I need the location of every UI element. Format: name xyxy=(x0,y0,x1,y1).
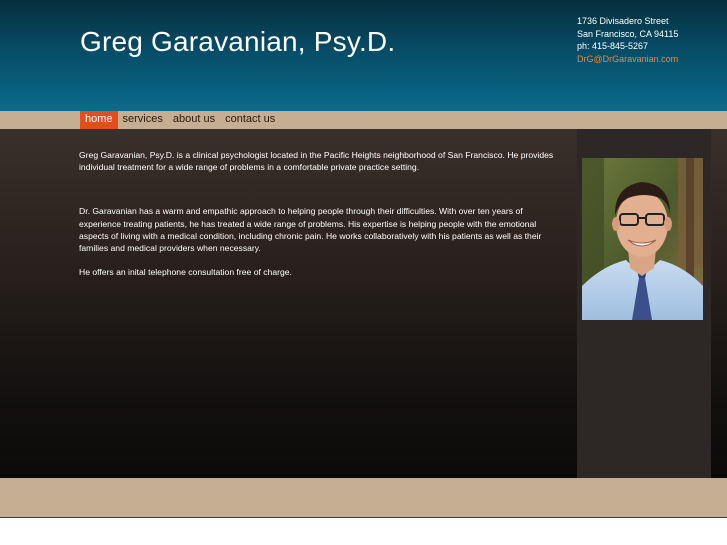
contact-street: 1736 Divisadero Street xyxy=(577,16,669,26)
approach-paragraph: Dr. Garavanian has a warm and empathic a… xyxy=(79,206,542,254)
page: Greg Garavanian, Psy.D. 1736 Divisadero … xyxy=(0,0,727,545)
main-text: Greg Garavanian, Psy.D. is a clinical ps… xyxy=(79,149,554,291)
contact-city: San Francisco, CA 94115 xyxy=(577,28,679,39)
content-area: Greg Garavanian, Psy.D. is a clinical ps… xyxy=(0,129,727,478)
sidebar xyxy=(577,129,711,478)
navbar: home services about us contact us xyxy=(0,111,727,129)
consultation-paragraph: He offers an inital telephone consultati… xyxy=(79,267,292,278)
main-nav: home services about us contact us xyxy=(80,111,280,129)
portrait-image xyxy=(582,158,703,320)
site-title: Greg Garavanian, Psy.D. xyxy=(80,26,396,57)
intro-paragraph: Greg Garavanian, Psy.D. is a clinical ps… xyxy=(79,150,554,173)
nav-item-home[interactable]: home xyxy=(80,111,118,129)
nav-item-services[interactable]: services xyxy=(118,111,168,129)
email-link[interactable]: DrG@DrGaravanian.com xyxy=(577,53,678,66)
contact-phone: ph: 415-845-5267 xyxy=(577,41,649,52)
nav-item-contact-us[interactable]: contact us xyxy=(220,111,280,129)
header: Greg Garavanian, Psy.D. 1736 Divisadero … xyxy=(0,0,727,111)
portrait-photo xyxy=(582,158,703,320)
footer xyxy=(0,478,727,518)
nav-item-about-us[interactable]: about us xyxy=(168,111,220,129)
contact-info: 1736 Divisadero Street San Francisco, CA… xyxy=(577,15,678,66)
